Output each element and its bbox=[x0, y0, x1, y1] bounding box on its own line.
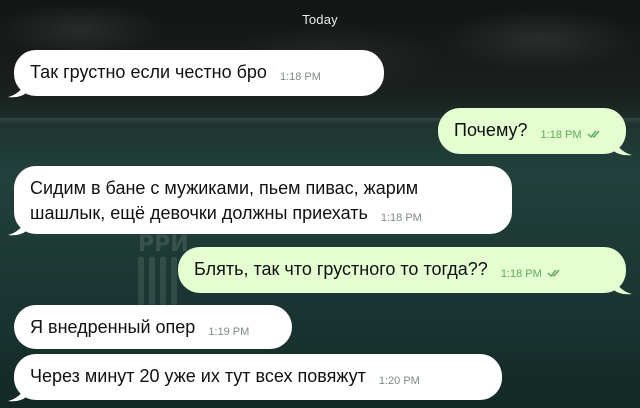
message-time-text: 1:18 PM bbox=[500, 268, 542, 280]
message-time: 1:18 PM bbox=[279, 71, 321, 83]
message-time: 1:20 PM bbox=[378, 375, 420, 387]
message-bubble-incoming[interactable]: Сидим в бане с мужиками, пьем пивас, жар… bbox=[14, 166, 512, 234]
message-bubble-incoming[interactable]: Так грустно если честно бро 1:18 PM bbox=[14, 50, 384, 96]
message-time: 1:18 PM bbox=[501, 262, 561, 287]
message-time: 1:19 PM bbox=[208, 326, 250, 338]
message-bubble-incoming[interactable]: Через минут 20 уже их тут всех повяжут 1… bbox=[14, 354, 502, 400]
message-text: Я внедренный опер bbox=[30, 317, 196, 337]
message-time-text: 1:18 PM bbox=[540, 129, 582, 141]
message-time: 1:18 PM bbox=[541, 123, 601, 148]
message-text: Почему? bbox=[454, 120, 528, 140]
message-time: 1:18 PM bbox=[380, 212, 422, 224]
double-check-icon bbox=[587, 130, 600, 139]
message-text: Через минут 20 уже их тут всех повяжут bbox=[30, 366, 366, 386]
message-text: Так грустно если честно бро bbox=[30, 62, 267, 82]
message-bubble-incoming[interactable]: Я внедренный опер 1:19 PM bbox=[14, 305, 292, 349]
message-bubble-outgoing[interactable]: Блять, так что грустного то тогда?? 1:18… bbox=[178, 247, 626, 293]
bubble-tail-incoming bbox=[8, 386, 26, 402]
bubble-tail-incoming bbox=[8, 82, 26, 98]
bubble-tail-outgoing bbox=[614, 140, 632, 156]
message-text: Сидим в бане с мужиками, пьем пивас, жар… bbox=[30, 178, 419, 223]
message-bubble-outgoing[interactable]: Почему? 1:18 PM bbox=[438, 108, 626, 154]
bubble-tail-incoming bbox=[8, 220, 26, 236]
bubble-tail-outgoing bbox=[614, 279, 632, 295]
double-check-icon bbox=[547, 269, 560, 278]
date-divider: Today bbox=[302, 12, 338, 27]
message-text: Блять, так что грустного то тогда?? bbox=[194, 259, 488, 279]
